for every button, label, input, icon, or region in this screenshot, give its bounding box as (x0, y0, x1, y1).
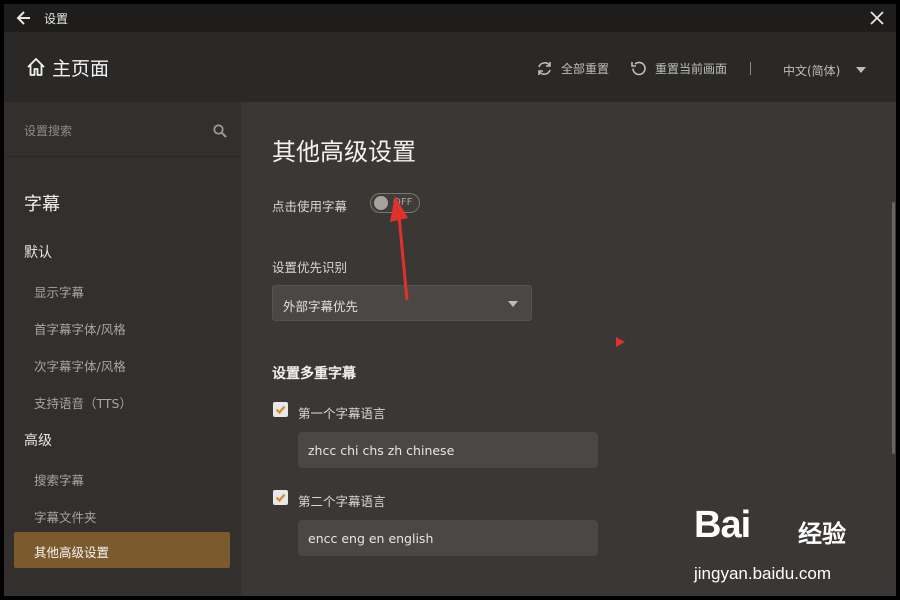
sidebar-section-title: 字幕 (24, 194, 60, 215)
caret-down-icon[interactable] (856, 67, 866, 73)
sidebar-item-secondary-font[interactable]: 次字幕字体/风格 (34, 356, 126, 375)
header-separator (750, 62, 751, 75)
priority-value: 外部字幕优先 (283, 299, 359, 314)
click-use-subtitle-label: 点击使用字幕 (272, 199, 348, 214)
priority-label: 设置优先识别 (272, 260, 348, 275)
reset-current-label: 重置当前画面 (655, 61, 728, 76)
page-title: 其他高级设置 (272, 138, 416, 166)
annotation-arrow-icon (390, 196, 409, 301)
window-title: 设置 (44, 12, 69, 26)
sidebar-item-subtitle-folder[interactable]: 字幕文件夹 (34, 507, 97, 526)
second-language-input[interactable]: encc eng en english (298, 520, 598, 556)
first-language-checkbox[interactable] (273, 402, 288, 417)
first-language-input[interactable]: zhcc chi chs zh chinese (298, 432, 598, 468)
title-bar: 设置 (4, 4, 896, 32)
sidebar-group-default[interactable]: 默认 (24, 242, 52, 262)
watermark-brand: Bai (694, 504, 751, 546)
sidebar-item-primary-font[interactable]: 首字幕字体/风格 (34, 319, 126, 338)
scrollbar[interactable] (892, 202, 895, 454)
back-arrow-icon[interactable] (16, 9, 32, 27)
sidebar-item-other-advanced[interactable]: 其他高级设置 (14, 532, 230, 568)
sidebar: 设置搜索 字幕 默认 显示字幕 首字幕字体/风格 次字幕字体/风格 支持语音（T… (4, 102, 241, 596)
refresh-icon (538, 61, 551, 75)
settings-search[interactable]: 设置搜索 (4, 102, 241, 157)
home-icon (27, 58, 45, 76)
language-select[interactable]: 中文(简体) (783, 62, 840, 79)
toggle-knob (374, 196, 388, 210)
sidebar-group-advanced[interactable]: 高级 (24, 430, 52, 450)
first-language-value: zhcc chi chs zh chinese (308, 443, 455, 458)
reset-all-button[interactable]: 全部重置 (536, 58, 609, 78)
sidebar-item-tts[interactable]: 支持语音（TTS） (34, 393, 132, 412)
chevron-down-icon (508, 301, 518, 307)
cursor-marker-icon (616, 337, 625, 347)
reset-all-label: 全部重置 (561, 61, 610, 76)
watermark-url: jingyan.baidu.com (694, 564, 832, 583)
second-language-checkbox[interactable] (273, 490, 288, 505)
home-link[interactable]: 主页面 (26, 55, 110, 80)
check-icon (275, 493, 286, 503)
sidebar-item-label: 其他高级设置 (34, 545, 110, 560)
header-bar: 主页面 全部重置 重置当前画面 中文(简体) (4, 32, 896, 102)
close-icon[interactable] (868, 9, 886, 27)
home-label: 主页面 (52, 57, 110, 80)
second-language-value: encc eng en english (308, 531, 434, 546)
watermark-brand-cn: 经验 (798, 520, 846, 548)
reset-current-button[interactable]: 重置当前画面 (630, 58, 727, 78)
settings-window: 设置 主页面 全部重置 重置当前画面 中文(简体) 设置搜索 字幕 默认 显示字… (4, 4, 896, 596)
first-language-label: 第一个字幕语言 (298, 406, 386, 421)
search-placeholder[interactable]: 设置搜索 (24, 122, 72, 139)
second-language-label: 第二个字幕语言 (298, 494, 386, 509)
sidebar-item-search-subtitle[interactable]: 搜索字幕 (34, 470, 84, 489)
sidebar-item-show-subtitle[interactable]: 显示字幕 (34, 282, 84, 301)
check-icon (275, 405, 286, 415)
baidu-watermark: Bai 经验 jingyan.baidu.com (694, 504, 874, 589)
multi-subtitle-title: 设置多重字幕 (272, 366, 356, 382)
search-icon[interactable] (213, 124, 227, 138)
undo-circle-icon (631, 61, 646, 75)
